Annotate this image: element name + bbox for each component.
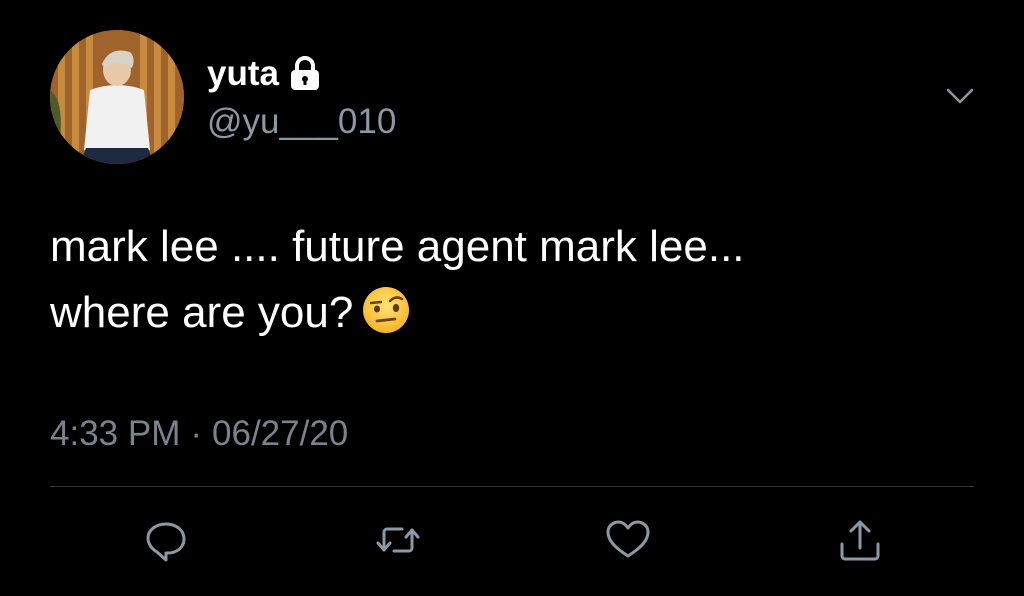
reply-icon — [146, 522, 186, 562]
avatar-photo — [50, 30, 184, 164]
retweet-button[interactable] — [374, 516, 422, 564]
tweet-timestamp[interactable]: 4:33 PM · 06/27/20 — [50, 412, 348, 456]
timestamp-separator: · — [190, 414, 203, 453]
share-icon — [840, 520, 880, 561]
tweet-text: mark lee .... future agent mark lee... w… — [50, 214, 980, 346]
tweet-text-line-2: where are you? — [50, 288, 354, 337]
retweet-icon — [376, 527, 420, 553]
face-with-raised-eyebrow-icon — [361, 285, 411, 335]
tweet-time[interactable]: 4:33 PM — [50, 414, 180, 453]
heart-icon — [606, 520, 650, 558]
chevron-down-icon[interactable] — [944, 84, 976, 108]
tweet-card: yuta @yu___010 mark lee .... future agen… — [0, 0, 1024, 596]
lock-icon — [289, 56, 321, 92]
reply-button[interactable] — [142, 516, 190, 564]
display-name[interactable]: yuta — [207, 52, 279, 96]
tweet-date[interactable]: 06/27/20 — [212, 414, 348, 453]
like-button[interactable] — [604, 516, 652, 564]
avatar[interactable] — [50, 30, 184, 164]
tweet-text-line-1: mark lee .... future agent mark lee... — [50, 222, 745, 271]
share-button[interactable] — [836, 516, 884, 564]
user-handle[interactable]: @yu___010 — [207, 100, 396, 144]
author-name-row[interactable]: yuta — [207, 52, 321, 96]
divider — [50, 486, 974, 487]
